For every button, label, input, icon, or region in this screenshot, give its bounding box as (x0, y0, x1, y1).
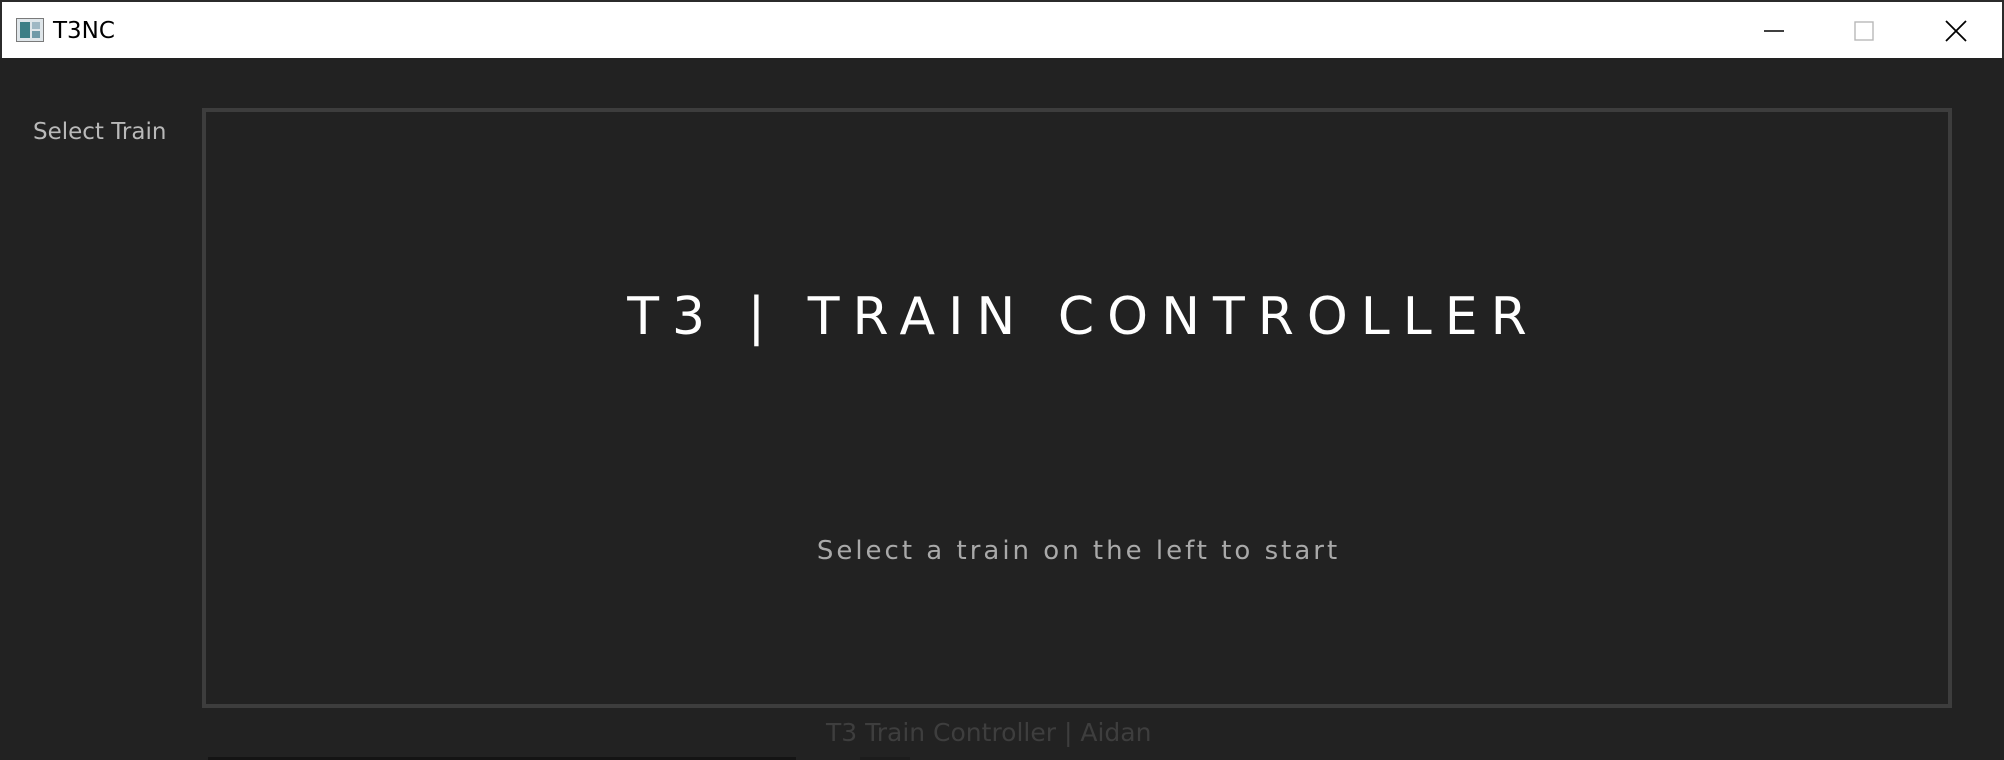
start-hint-text: Select a train on the left to start (816, 536, 1341, 566)
close-icon (1945, 20, 1967, 42)
maximize-button[interactable] (1819, 4, 1909, 58)
window-title: T3NC (53, 18, 115, 44)
maximize-icon (1854, 21, 1874, 41)
select-train-label: Select Train (33, 119, 167, 145)
window-titlebar[interactable]: T3NC (0, 0, 2004, 58)
app-icon (16, 18, 44, 42)
footer-credit: T3 Train Controller | Aidan (826, 718, 1152, 747)
minimize-icon (1764, 30, 1784, 32)
page-title: T3 | TRAIN CONTROLLER (627, 287, 1540, 347)
main-panel: T3 | TRAIN CONTROLLER Select a train on … (202, 108, 1952, 708)
minimize-button[interactable] (1729, 4, 1819, 58)
close-button[interactable] (1911, 4, 2001, 58)
